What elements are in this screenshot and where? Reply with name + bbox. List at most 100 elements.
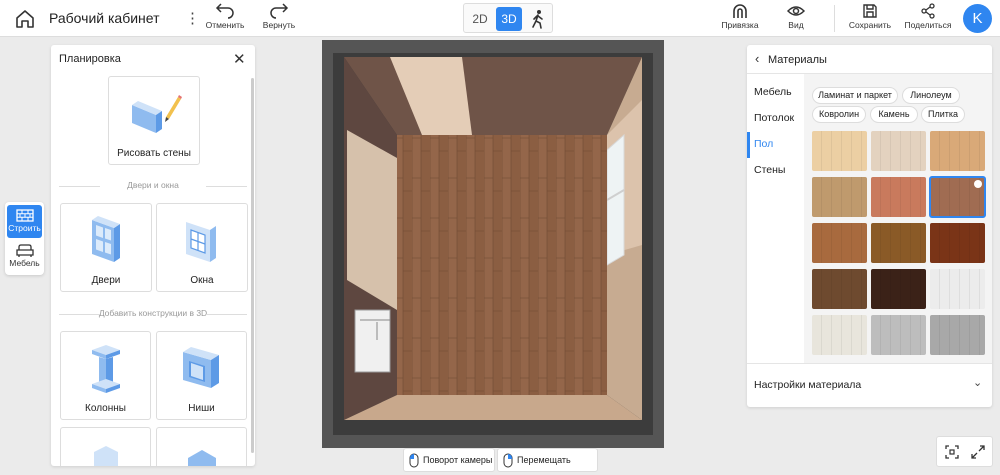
doors-card[interactable]: Двери xyxy=(60,203,152,292)
view-button[interactable]: Вид xyxy=(778,3,814,35)
fullscreen-icon[interactable] xyxy=(971,445,985,459)
construction-icon xyxy=(187,450,216,466)
material-swatch[interactable] xyxy=(812,223,867,263)
chevron-down-icon: ⌄ xyxy=(973,377,983,389)
mouse-left-icon xyxy=(409,453,419,468)
planning-panel: Планировка ✕ Рисовать стены Двери и окна… xyxy=(51,45,255,466)
furniture-tab[interactable]: Мебель xyxy=(7,240,42,273)
material-swatch[interactable] xyxy=(930,315,985,355)
section-doors-windows: Двери и окна xyxy=(59,180,248,190)
view-controls xyxy=(936,436,993,467)
material-swatch[interactable] xyxy=(812,269,867,309)
rotate-camera-label: Поворот камеры xyxy=(423,455,493,465)
material-swatch[interactable] xyxy=(871,315,926,355)
home-icon[interactable] xyxy=(12,8,38,30)
share-button[interactable]: Поделиться xyxy=(902,3,954,35)
walk-mode-button[interactable] xyxy=(526,7,550,31)
material-swatch[interactable] xyxy=(812,177,867,217)
chip-laminate[interactable]: Ламинат и паркет xyxy=(812,87,898,104)
tab-walls[interactable]: Стены xyxy=(754,164,785,176)
material-swatch[interactable] xyxy=(871,223,926,263)
chip-carpet[interactable]: Ковролин xyxy=(812,106,866,123)
material-settings-label: Настройки материала xyxy=(754,379,862,391)
sofa-icon xyxy=(15,244,34,257)
materials-title: Материалы xyxy=(768,54,827,66)
mouse-right-icon xyxy=(503,453,513,468)
tab-ceiling[interactable]: Потолок xyxy=(754,112,794,124)
material-swatch[interactable] xyxy=(929,176,986,218)
3d-scene[interactable] xyxy=(322,40,664,448)
build-tab-label: Строить xyxy=(8,223,41,233)
undo-button[interactable]: Отменить xyxy=(203,3,247,35)
redo-label: Вернуть xyxy=(262,20,296,30)
material-settings[interactable]: Настройки материала ⌄ xyxy=(747,363,992,407)
mode-2d-button[interactable]: 2D xyxy=(467,7,493,31)
niches-label: Ниши xyxy=(188,403,215,414)
magnet-icon xyxy=(733,4,747,18)
construction-icon xyxy=(93,446,118,466)
undo-icon xyxy=(215,3,234,19)
build-tab[interactable]: Строить xyxy=(7,205,42,238)
redo-icon xyxy=(270,3,289,19)
tab-floor[interactable]: Пол xyxy=(754,138,773,150)
walking-person-icon xyxy=(532,10,543,29)
rotate-camera-hint: Поворот камеры xyxy=(403,448,495,472)
toolbar-divider xyxy=(834,5,835,32)
top-bar: Рабочий кабинет ⋮ Отменить Вернуть 2D 3D… xyxy=(0,0,1000,37)
mode-3d-button[interactable]: 3D xyxy=(496,7,522,31)
section-constructions: Добавить конструкции в 3D xyxy=(59,308,248,318)
material-swatch[interactable] xyxy=(930,131,985,171)
save-button[interactable]: Сохранить xyxy=(848,3,892,35)
active-tab-indicator xyxy=(747,132,750,158)
niches-card[interactable]: Ниши xyxy=(156,331,247,420)
construction-card[interactable] xyxy=(156,427,247,466)
material-swatch[interactable] xyxy=(812,315,867,355)
material-swatch[interactable] xyxy=(871,269,926,309)
material-swatch[interactable] xyxy=(871,131,926,171)
material-swatch[interactable] xyxy=(812,131,867,171)
window xyxy=(606,133,625,266)
chip-linoleum[interactable]: Линолеум xyxy=(902,87,960,104)
view-label: Вид xyxy=(788,20,804,30)
door-fixture xyxy=(354,309,391,373)
draw-walls-card[interactable]: Рисовать стены xyxy=(108,76,200,165)
focus-icon[interactable] xyxy=(945,445,959,459)
chip-tile[interactable]: Плитка xyxy=(921,106,965,123)
material-swatch[interactable] xyxy=(930,269,985,309)
construction-card[interactable] xyxy=(60,427,151,466)
move-scene-label: Перемещать сцену xyxy=(517,455,571,465)
draw-walls-label: Рисовать стены xyxy=(117,148,191,159)
brick-wall-icon xyxy=(15,209,34,222)
furniture-tab-label: Мебель xyxy=(9,258,40,268)
columns-label: Колонны xyxy=(85,403,126,414)
doors-label: Двери xyxy=(91,275,121,286)
column-icon xyxy=(91,345,120,393)
materials-panel: ‹ Материалы Мебель Потолок Пол Стены Лам… xyxy=(747,45,992,407)
user-avatar[interactable]: K xyxy=(963,4,992,33)
left-wall-light-patch xyxy=(347,130,397,310)
snap-label: Привязка xyxy=(721,20,759,30)
tab-furniture[interactable]: Мебель xyxy=(754,86,792,98)
panel-scrollbar[interactable] xyxy=(251,78,254,453)
material-swatch[interactable] xyxy=(871,177,926,217)
snap-button[interactable]: Привязка xyxy=(718,3,762,35)
close-icon[interactable]: ✕ xyxy=(233,50,246,68)
chip-stone[interactable]: Камень xyxy=(870,106,918,123)
material-swatch[interactable] xyxy=(930,223,985,263)
eye-icon xyxy=(787,6,805,16)
share-label: Поделиться xyxy=(904,20,952,30)
windows-label: Окна xyxy=(190,275,214,286)
back-chevron-icon[interactable]: ‹ xyxy=(755,51,759,66)
selected-check-icon xyxy=(974,180,982,188)
materials-header: ‹ Материалы xyxy=(747,45,992,74)
more-menu-icon[interactable]: ⋮ xyxy=(185,9,200,27)
planning-panel-title: Планировка xyxy=(59,53,121,65)
left-rail: Строить Мебель xyxy=(5,202,44,275)
redo-button[interactable]: Вернуть xyxy=(257,3,301,35)
door-icon xyxy=(92,216,120,262)
columns-card[interactable]: Колонны xyxy=(60,331,151,420)
windows-card[interactable]: Окна xyxy=(156,203,248,292)
draw-walls-icon xyxy=(132,95,182,133)
project-title[interactable]: Рабочий кабинет xyxy=(49,10,160,26)
floor xyxy=(397,135,607,395)
